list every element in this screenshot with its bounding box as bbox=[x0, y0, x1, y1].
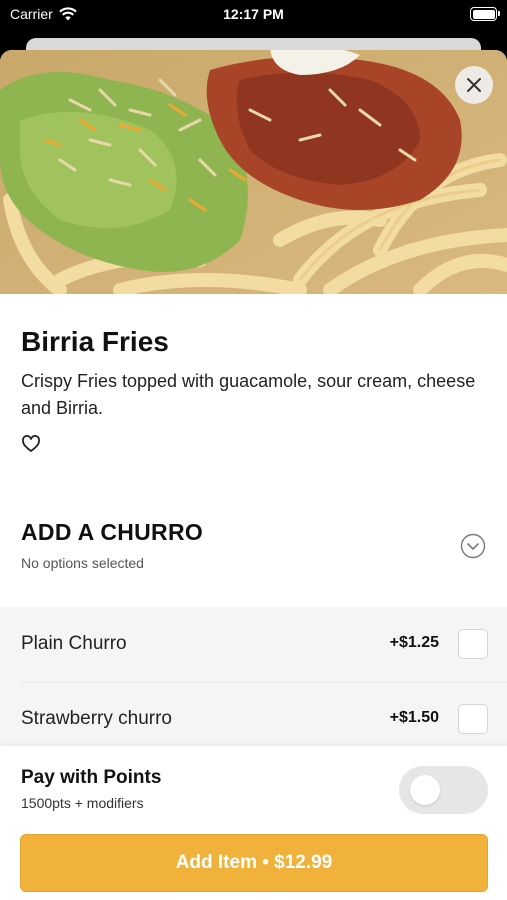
option-label: Strawberry churro bbox=[21, 708, 172, 729]
clock: 12:17 PM bbox=[223, 6, 284, 22]
favorite-button[interactable] bbox=[21, 434, 41, 454]
item-detail-sheet: Birria Fries Crispy Fries topped with gu… bbox=[0, 50, 507, 900]
pay-with-points-toggle[interactable] bbox=[399, 766, 488, 814]
option-price: +$1.50 bbox=[389, 709, 439, 726]
item-photo bbox=[0, 50, 507, 294]
heart-outline-icon bbox=[22, 435, 40, 452]
points-cost-label: 1500pts + modifiers bbox=[21, 795, 144, 811]
toggle-knob bbox=[410, 775, 440, 805]
modifier-options-list: Plain Churro +$1.25 Strawberry churro +$… bbox=[0, 607, 507, 757]
expand-modifier-group-button[interactable] bbox=[460, 533, 486, 559]
add-item-button-label: Add Item • $12.99 bbox=[175, 852, 333, 873]
option-price: +$1.25 bbox=[389, 634, 439, 651]
status-bar: Carrier 12:17 PM bbox=[0, 0, 507, 30]
close-button[interactable] bbox=[455, 66, 493, 104]
battery-icon bbox=[470, 7, 500, 21]
option-checkbox[interactable] bbox=[458, 704, 488, 734]
add-item-button[interactable]: Add Item • $12.99 bbox=[20, 834, 488, 892]
option-label: Plain Churro bbox=[21, 633, 127, 654]
pay-with-points-label: Pay with Points bbox=[21, 767, 162, 788]
modifier-group-title: ADD A CHURRO bbox=[21, 519, 204, 545]
item-title: Birria Fries bbox=[21, 326, 169, 357]
modifier-group-subtitle: No options selected bbox=[21, 555, 144, 571]
item-description: Crispy Fries topped with guacamole, sour… bbox=[21, 371, 476, 418]
checkout-footer: Pay with Points 1500pts + modifiers Add … bbox=[0, 746, 507, 900]
close-icon bbox=[467, 78, 481, 92]
modifier-option-plain-churro[interactable]: Plain Churro +$1.25 bbox=[0, 607, 507, 682]
chevron-down-circle-icon bbox=[460, 533, 486, 559]
option-checkbox[interactable] bbox=[458, 629, 488, 659]
